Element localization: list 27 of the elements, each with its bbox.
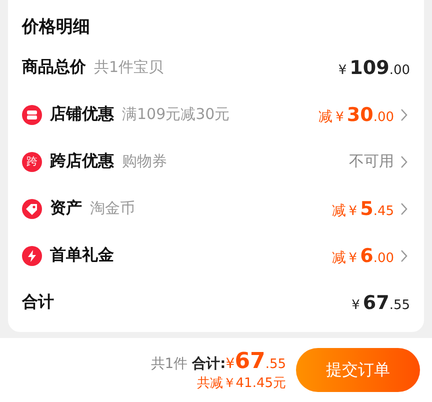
row-note: 满109元减30元: [122, 105, 230, 124]
row-status: 不可用: [349, 152, 394, 171]
row-note: 购物券: [122, 152, 167, 171]
row-note: 共1件宝贝: [94, 58, 164, 77]
row-label: 跨店优惠: [50, 151, 114, 172]
submit-order-button[interactable]: 提交订单: [296, 348, 420, 392]
row-label: 商品总价: [22, 57, 86, 78]
row-amount: 减 ¥5.45: [332, 198, 394, 220]
tag-icon: [22, 198, 42, 218]
chevron-icon[interactable]: [400, 108, 408, 122]
cross-store-icon: 跨: [22, 152, 42, 172]
lightning-icon: [22, 246, 42, 266]
row-label: 合计: [22, 292, 54, 313]
row-label: 店铺优惠: [50, 104, 114, 125]
card-title: 价格明细: [22, 16, 91, 39]
total-saved: 共减￥41.45元: [196, 374, 286, 392]
chevron-icon[interactable]: [400, 154, 408, 168]
row-note: 淘金币: [90, 199, 135, 218]
order-total: 共1件 合计:¥67.55: [150, 348, 286, 374]
row-amount: ¥67.55: [352, 292, 410, 314]
row-amount: 减 ¥6.00: [332, 244, 394, 266]
row-label: 首单礼金: [50, 245, 114, 266]
row-label: 资产: [50, 198, 82, 219]
row-amount: ¥109.00: [338, 56, 410, 78]
row-amount: 减 ¥30.00: [318, 104, 394, 126]
chevron-icon[interactable]: [400, 202, 408, 216]
chevron-icon[interactable]: [400, 248, 408, 262]
